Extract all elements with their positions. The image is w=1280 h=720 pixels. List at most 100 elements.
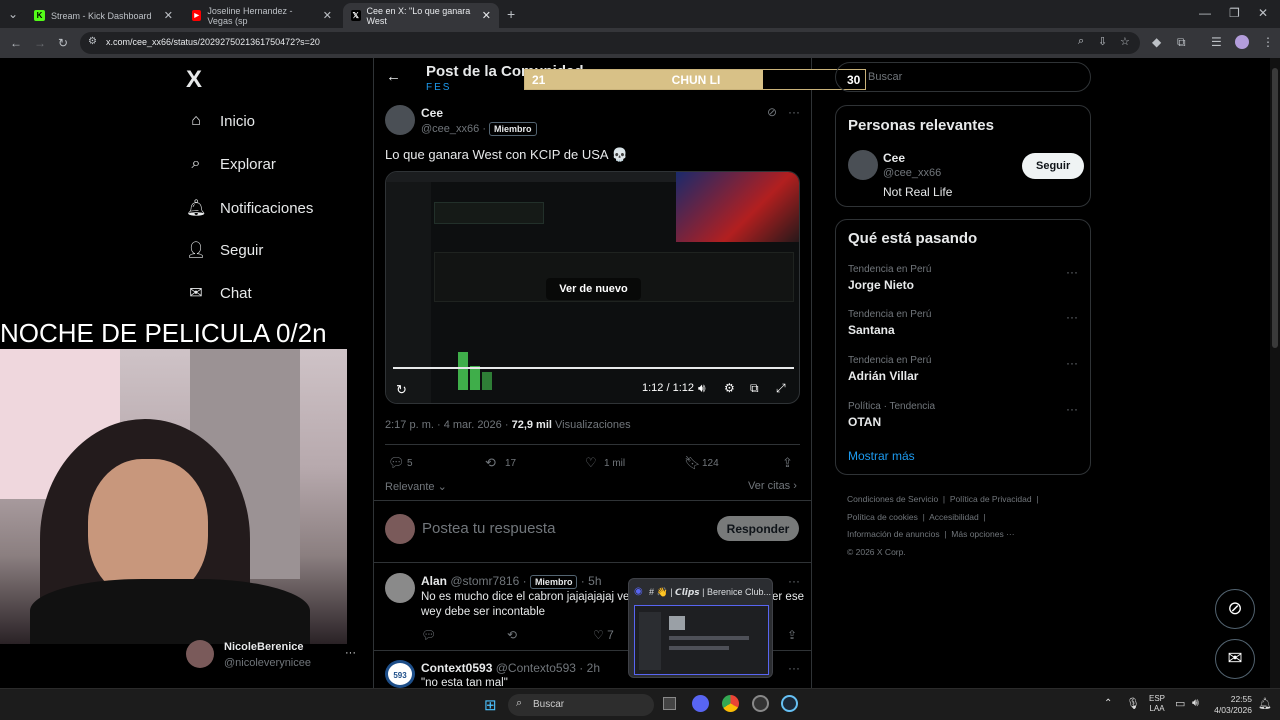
url-input[interactable]: ⚙ x.com/cee_xx66/status/2029275021361750… [80,32,1140,54]
close-window-icon[interactable]: ✕ [1258,6,1268,20]
avatar[interactable] [385,514,415,544]
tray-chevron-icon[interactable]: ⌃ [1104,698,1112,709]
reply-author[interactable]: Context0593 [421,661,492,675]
new-tab-icon[interactable]: + [507,6,515,22]
install-icon[interactable]: ⇩ [1098,35,1107,48]
follow-button[interactable]: Seguir [1022,153,1085,179]
trend-item[interactable]: Tendencia en Perú Santana [848,309,1080,337]
back-arrow-icon[interactable]: ← [386,68,401,85]
more-icon[interactable]: ··· [1066,265,1078,279]
notification-bell-icon[interactable]: 🔔︎ [1258,697,1272,710]
extension-icon[interactable]: ◆ [1152,35,1161,49]
post-timestamp[interactable]: 2:17 p. m. · 4 mar. 2026 · [385,419,509,431]
tab-list-icon[interactable]: ⌄ [8,7,18,21]
footer-link[interactable]: Más opciones ··· [951,529,1014,539]
person-name[interactable]: Cee [883,151,905,165]
footer-link[interactable]: Política de Privacidad [950,494,1032,504]
nav-notifications[interactable]: 🔔︎ Notificaciones [186,198,313,218]
repost-icon[interactable]: ⟲ [485,455,496,471]
post-author[interactable]: Cee [421,106,443,120]
reply-time[interactable]: 2h [587,661,600,675]
quotes-link[interactable]: Ver citas › [748,480,797,492]
reload-icon[interactable]: ↻ [58,36,68,50]
streamer-avatar[interactable] [186,640,214,668]
post-handle[interactable]: @cee_xx66 · Miembro [421,122,537,136]
trend-item[interactable]: Tendencia en Perú Adrián Villar [848,355,1080,383]
scrollbar[interactable] [1270,58,1280,688]
forward-icon[interactable]: → [34,36,46,50]
reading-list-icon[interactable]: ☰ [1211,35,1222,49]
tab-x[interactable]: 𝕏 Cee en X: "Lo que ganara West ✕ [343,3,499,28]
microphone-icon[interactable]: 🎙︎ [1126,697,1140,710]
bookmark-star-icon[interactable]: ☆ [1120,35,1130,48]
volume-icon[interactable]: 🔊︎ [1192,697,1199,710]
more-icon[interactable]: ··· [788,105,800,119]
share-icon[interactable]: ⇪ [782,455,793,471]
footer-link[interactable]: Condiciones de Servicio [847,494,938,504]
share-icon[interactable]: ⇪ [787,628,797,642]
reply-handle[interactable]: @Contexto593 [496,661,576,675]
more-icon[interactable]: ··· [788,661,800,675]
more-icon[interactable]: ··· [1066,356,1078,370]
windows-start-icon[interactable]: ⊞ [484,696,497,714]
footer-link[interactable]: Información de anuncios [847,529,940,539]
taskbar-search[interactable]: ⌕ Buscar [508,694,654,716]
discord-preview-popup[interactable]: ◉ # 👋 | 𝘾𝙡𝙞𝙥𝙨 | Berenice Club... [628,578,773,678]
profile-avatar[interactable] [1235,35,1249,49]
more-icon[interactable]: ··· [345,647,356,659]
chrome-taskbar-icon[interactable] [722,695,739,712]
post-video[interactable]: Ver de nuevo ↻ 1:12 / 1:12 🔊︎ ⚙ ⧉ ⤢ [385,171,800,404]
x-logo-icon[interactable]: X [186,66,202,94]
trend-item[interactable]: Tendencia en Perú Jorge Nieto [848,264,1080,292]
close-icon[interactable]: ✕ [482,9,491,22]
fullscreen-icon[interactable]: ⤢ [776,381,786,396]
grok-fab-icon[interactable]: ⊘ [1215,589,1255,629]
grok-icon[interactable]: ⊘ [767,105,777,119]
picture-in-picture-icon[interactable]: ⧉ [750,381,759,396]
zoom-icon[interactable]: ⌕ [1078,35,1084,48]
scrollbar-thumb[interactable] [1272,68,1278,348]
show-more-link[interactable]: Mostrar más [848,449,915,463]
like-icon[interactable]: ♡ [585,455,597,471]
more-icon[interactable]: ··· [1066,402,1078,416]
extensions-puzzle-icon[interactable]: ⧉ [1177,35,1186,50]
footer-link[interactable]: Accesibilidad [929,512,979,522]
avatar[interactable] [385,573,415,603]
nav-chat[interactable]: ✉ Chat [186,283,251,303]
messages-fab-icon[interactable]: ✉ [1215,639,1255,679]
trend-item[interactable]: Política · Tendencia OTAN [848,401,1080,429]
task-view-icon[interactable] [663,697,676,710]
more-icon[interactable]: ··· [788,574,800,588]
sort-dropdown[interactable]: Relevante ⌄ [385,480,447,493]
like-icon[interactable]: ♡ 7 [593,628,614,642]
menu-icon[interactable]: ⋮ [1262,35,1274,49]
tab-youtube[interactable]: ▶ Joseline Hernandez - Vegas (sp ✕ [184,3,340,28]
steam-taskbar-icon[interactable] [781,695,798,712]
more-icon[interactable]: ··· [1066,310,1078,324]
reply-button[interactable]: Responder [717,516,799,541]
person-handle[interactable]: @cee_xx66 [883,167,941,179]
avatar[interactable]: 593 [385,660,415,688]
footer-link[interactable]: Política de cookies [847,512,918,522]
avatar[interactable] [848,150,878,180]
avatar[interactable] [385,105,415,135]
reply-time[interactable]: 5h [588,574,601,588]
nav-follow[interactable]: 👤︎ Seguir [186,240,263,260]
search-input[interactable]: Buscar [835,62,1091,92]
language-indicator[interactable]: ESP LAA [1149,694,1165,714]
back-icon[interactable]: ← [10,36,22,50]
replay-label[interactable]: Ver de nuevo [546,278,641,300]
minimize-icon[interactable]: — [1199,6,1211,20]
settings-icon[interactable]: ⚙ [724,381,735,395]
replay-icon[interactable]: ↻ [396,382,407,398]
reply-input[interactable]: Postea tu respuesta [422,520,555,537]
close-icon[interactable]: ✕ [164,9,173,22]
repost-icon[interactable]: ⟲ [507,628,517,642]
close-icon[interactable]: ✕ [323,9,332,22]
bookmark-icon[interactable]: 🔖︎ [684,455,701,471]
volume-icon[interactable]: 🔊︎ [698,381,706,396]
reply-icon[interactable]: 💬︎ [388,455,405,471]
community-name[interactable]: FES [426,82,451,93]
reply-icon[interactable]: 💬︎ [421,628,436,642]
nav-explore[interactable]: ⌕ Explorar [186,155,276,173]
